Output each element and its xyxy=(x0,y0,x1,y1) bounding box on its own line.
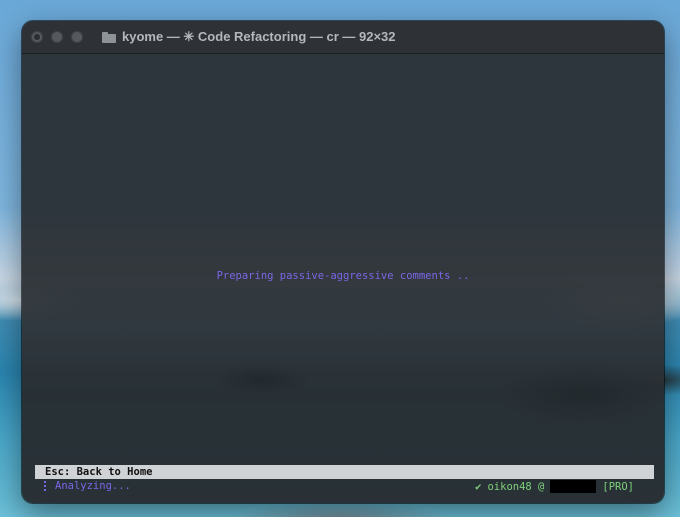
check-icon: ✔ xyxy=(475,480,482,493)
terminal-content[interactable]: Preparing passive-aggressive comments .. xyxy=(22,54,664,503)
folder-icon xyxy=(102,31,116,43)
terminal-window[interactable]: kyome — ✳ Code Refactoring — cr — 92×32 … xyxy=(22,21,664,503)
plan-badge: [PRO] xyxy=(602,480,634,493)
window-title-group: kyome — ✳ Code Refactoring — cr — 92×32 xyxy=(102,29,396,45)
loading-message: Preparing passive-aggressive comments .. xyxy=(216,270,470,282)
zoom-button[interactable] xyxy=(71,31,83,43)
redacted-block xyxy=(550,480,597,493)
title-bar[interactable]: kyome — ✳ Code Refactoring — cr — 92×32 xyxy=(22,21,664,54)
analyzing-status: Analyzing... xyxy=(55,480,131,492)
close-button[interactable] xyxy=(31,31,43,43)
status-left: Analyzing... xyxy=(44,480,131,492)
minimize-button[interactable] xyxy=(51,31,63,43)
spinner-icon xyxy=(44,481,49,491)
keyboard-hint-bar: Esc: Back to Home xyxy=(35,465,654,479)
status-right: ✔ oikon48 @ [PRO] xyxy=(475,480,634,493)
window-title: kyome — ✳ Code Refactoring — cr — 92×32 xyxy=(122,29,396,44)
user-label: oikon48 @ xyxy=(487,480,545,493)
